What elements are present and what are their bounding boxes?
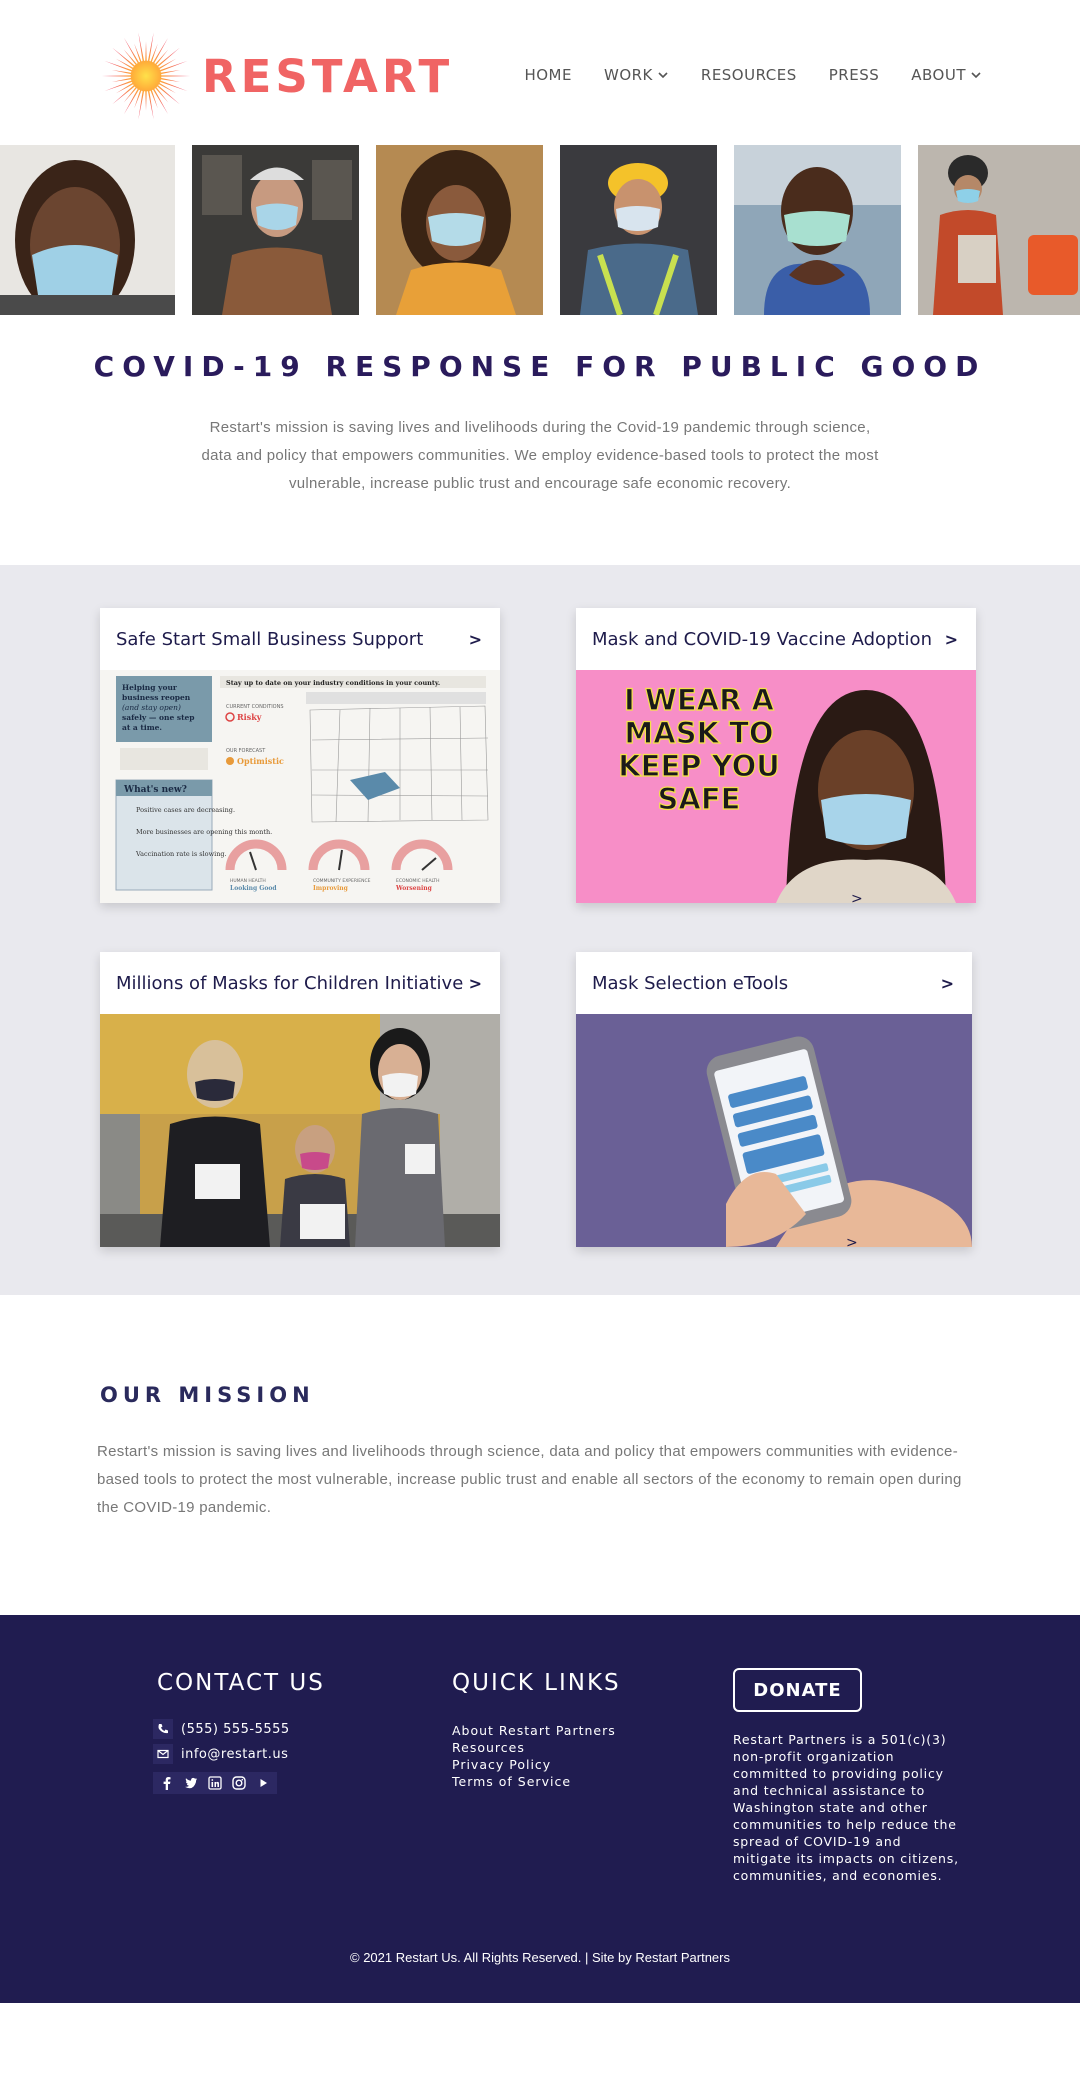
chevron-right-icon: > xyxy=(846,1235,858,1247)
campaign-text-2: MASK TO xyxy=(624,716,773,750)
photo-strip xyxy=(0,145,1080,315)
link-terms[interactable]: Terms of Service xyxy=(452,1773,616,1790)
chevron-right-icon: > xyxy=(851,891,863,903)
dash-bullet-3: Vaccination rate is slowing. xyxy=(135,850,227,858)
mask-campaign-image: I WEAR A MASK TO KEEP YOU SAFE > xyxy=(576,670,976,903)
dash-gauge-status-2: Improving xyxy=(313,885,349,892)
linkedin-icon[interactable] xyxy=(207,1775,223,1791)
youtube-icon[interactable] xyxy=(255,1775,271,1791)
card-title: Mask and COVID-19 Vaccine Adoption xyxy=(592,628,932,650)
nav-work[interactable]: WORK xyxy=(604,66,669,84)
chevron-right-icon: > xyxy=(944,629,958,649)
nav-work-label: WORK xyxy=(603,66,653,84)
dash-top-bar: Stay up to date on your industry conditi… xyxy=(226,679,440,687)
facebook-icon[interactable] xyxy=(159,1775,175,1791)
campaign-text-1: I WEAR A xyxy=(624,683,775,717)
nav-home[interactable]: HOME xyxy=(524,66,572,84)
dash-gauge-label-3: ECONOMIC HEALTH xyxy=(396,878,440,884)
sun-logo-icon xyxy=(101,32,191,120)
dash-current-label: CURRENT CONDITIONS xyxy=(226,704,284,710)
contact-email[interactable]: info@restart.us xyxy=(153,1744,288,1764)
chevron-right-icon: > xyxy=(468,629,482,649)
mission-title: OUR MISSION xyxy=(100,1383,315,1407)
chevron-right-icon: > xyxy=(468,973,482,993)
dash-forecast-value: Optimistic xyxy=(237,756,284,766)
about-text: Restart Partners is a 501(c)(3) non-prof… xyxy=(733,1732,959,1883)
instagram-icon[interactable] xyxy=(231,1775,247,1791)
card-title: Safe Start Small Business Support xyxy=(116,628,424,650)
children-masks-photo xyxy=(100,1014,500,1247)
card-mask-vaccine[interactable]: Mask and COVID-19 Vaccine Adoption > I W… xyxy=(576,608,976,903)
photo-woman-mask xyxy=(0,145,175,315)
nav-press[interactable]: PRESS xyxy=(829,66,880,84)
dash-forecast-label: OUR FORECAST xyxy=(226,748,266,754)
dash-gauge-status-3: Worsening xyxy=(395,885,433,892)
dash-heading-1: Helping your xyxy=(122,683,178,692)
card-title: Mask Selection eTools xyxy=(592,972,789,994)
card-safe-start[interactable]: Safe Start Small Business Support > Help… xyxy=(100,608,500,903)
nav-resources-label: RESOURCES xyxy=(700,66,797,84)
quick-links-title: QUICK LINKS xyxy=(452,1670,621,1696)
card-header: Mask and COVID-19 Vaccine Adoption > xyxy=(576,608,976,670)
nav-about-label: ABOUT xyxy=(911,66,966,84)
contact-title: CONTACT US xyxy=(157,1670,325,1696)
dash-heading-4: safely — one step xyxy=(122,713,195,722)
twitter-icon[interactable] xyxy=(183,1775,199,1791)
copyright: © 2021 Restart Us. All Rights Reserved. … xyxy=(350,1950,730,1965)
chevron-right-icon: > xyxy=(940,973,954,993)
donate-button[interactable]: DONATE xyxy=(733,1668,862,1712)
link-about[interactable]: About Restart Partners xyxy=(452,1722,616,1739)
link-resources[interactable]: Resources xyxy=(452,1739,616,1756)
social-links xyxy=(153,1772,277,1794)
photo-man-heart-hands xyxy=(734,145,901,315)
photo-woman-curly-mask xyxy=(376,145,543,315)
brand-name: RESTART xyxy=(202,49,454,103)
photo-worker-helmet-mask xyxy=(560,145,717,315)
dash-heading-5: at a time. xyxy=(122,723,162,732)
dash-whats-new: What's new? xyxy=(123,785,187,795)
card-masks-children[interactable]: Millions of Masks for Children Initiativ… xyxy=(100,952,500,1247)
card-title: Millions of Masks for Children Initiativ… xyxy=(116,972,464,994)
photo-delivery-mask xyxy=(918,145,1080,315)
card-header: Mask Selection eTools > xyxy=(576,952,972,1014)
dash-heading-3: (and stay open) xyxy=(122,703,181,712)
etools-phone-image: > xyxy=(576,1014,972,1247)
envelope-icon xyxy=(153,1744,173,1764)
email-text: info@restart.us xyxy=(181,1746,289,1762)
campaign-text-3: KEEP YOU xyxy=(618,749,780,783)
card-header: Safe Start Small Business Support > xyxy=(100,608,500,670)
mission-text: Restart's mission is saving lives and li… xyxy=(97,1443,962,1516)
logo[interactable]: RESTART xyxy=(98,28,453,124)
dash-bullet-2: More businesses are opening this month. xyxy=(136,828,272,836)
dash-heading-2: business reopen xyxy=(122,693,191,702)
photo-barista-mask xyxy=(192,145,359,315)
nav-press-label: PRESS xyxy=(828,66,880,84)
dash-gauge-label-2: COMMUNITY EXPERIENCE xyxy=(313,878,371,884)
link-privacy[interactable]: Privacy Policy xyxy=(452,1756,616,1773)
phone-icon xyxy=(153,1719,173,1739)
dash-current-value: Risky xyxy=(237,712,262,722)
contact-phone[interactable]: (555) 555-5555 xyxy=(153,1719,290,1739)
campaign-text-4: SAFE xyxy=(658,782,741,816)
chevron-down-icon xyxy=(971,72,981,79)
site-header: RESTART HOME WORK RESOURCES PRESS ABOUT xyxy=(0,0,1080,145)
card-header: Millions of Masks for Children Initiativ… xyxy=(100,952,500,1014)
chevron-down-icon xyxy=(658,72,668,79)
phone-text: (555) 555-5555 xyxy=(181,1721,290,1737)
nav-about[interactable]: ABOUT xyxy=(911,66,982,84)
nav-resources[interactable]: RESOURCES xyxy=(701,66,797,84)
intro-text: Restart's mission is saving lives and li… xyxy=(201,419,879,492)
cards-section: Safe Start Small Business Support > Help… xyxy=(0,565,1080,1295)
dashboard-preview-image: Helping your business reopen (and stay o… xyxy=(100,670,500,903)
dash-bullet-1: Positive cases are decreasing. xyxy=(136,806,235,814)
dash-gauge-status-1: Looking Good xyxy=(230,885,277,892)
dash-gauge-label-1: HUMAN HEALTH xyxy=(230,878,266,884)
intro-title: COVID-19 RESPONSE FOR PUBLIC GOOD xyxy=(93,350,987,383)
card-mask-etools[interactable]: Mask Selection eTools > > xyxy=(576,952,972,1247)
main-nav: HOME WORK RESOURCES PRESS ABOUT xyxy=(524,66,982,84)
nav-home-label: HOME xyxy=(524,66,572,84)
quick-links: About Restart Partners Resources Privacy… xyxy=(452,1722,616,1790)
